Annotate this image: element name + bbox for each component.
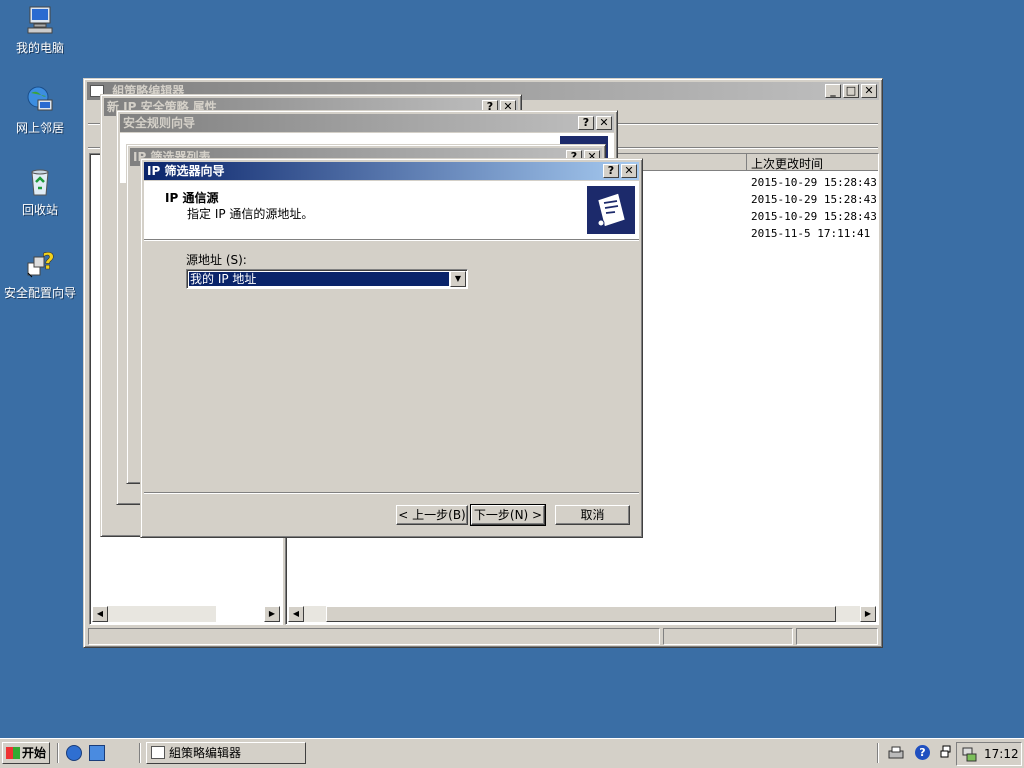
desktop-icon-security-wizard[interactable]: ? 安全配置向导: [0, 249, 80, 301]
column-header-last-modified[interactable]: 上次更改时间: [751, 155, 823, 172]
status-bar-pane: [88, 628, 660, 645]
desktop-icon-label: 回收站: [21, 203, 58, 217]
desktop-icon-recycle-bin[interactable]: 回收站: [0, 166, 80, 218]
minimize-button[interactable]: _: [825, 84, 841, 98]
start-label: 开始: [22, 746, 47, 760]
scroll-left-button[interactable]: ◀: [288, 606, 304, 622]
source-address-dropdown[interactable]: 我的 IP 地址 ▼: [186, 269, 468, 289]
wizard-step-title: IP 通信源: [165, 191, 219, 205]
next-button[interactable]: 下一步(N) >: [470, 504, 546, 526]
scrollbar-thumb[interactable]: [326, 606, 836, 622]
gpedit-app-icon: [151, 746, 165, 759]
windows-logo-icon: [6, 747, 20, 759]
wizard-step-subtitle: 指定 IP 通信的源地址。: [187, 207, 314, 221]
show-desktop-icon[interactable]: [89, 745, 105, 761]
rule-wizard-title: 安全规则向导: [123, 116, 196, 130]
taskbar-divider: [57, 743, 59, 763]
rule-wizard-titlebar[interactable]: 安全规则向导 ? ✕: [120, 114, 614, 132]
help-icon[interactable]: ?: [915, 745, 930, 760]
desktop-icon-label: 我的电脑: [15, 41, 64, 55]
table-row[interactable]: 2015-10-29 15:28:43: [751, 174, 877, 191]
taskbar-task-label: 組策略编辑器: [169, 746, 242, 760]
scroll-right-button[interactable]: ▶: [860, 606, 876, 622]
dropdown-arrow-icon[interactable]: ▼: [450, 271, 466, 287]
close-button[interactable]: ✕: [596, 116, 612, 130]
computer-icon: [24, 4, 56, 36]
taskbar: 开始 組策略编辑器 ? 17:12: [0, 738, 1024, 768]
header-separator: [144, 239, 639, 241]
source-address-label: 源地址 (S):: [186, 253, 247, 267]
security-wizard-icon: ?: [24, 249, 56, 281]
status-bar-pane: [663, 628, 793, 645]
desktop-icon-network[interactable]: 网上邻居: [0, 84, 80, 136]
restore-windows-icon[interactable]: [940, 745, 952, 760]
scroll-right-button[interactable]: ▶: [264, 606, 280, 622]
scrollbar-track[interactable]: [108, 606, 216, 622]
printer-icon[interactable]: [888, 746, 904, 760]
cancel-button[interactable]: 取消: [555, 505, 630, 525]
desktop-icon-label: 网上邻居: [15, 121, 64, 135]
time-column: 2015-10-29 15:28:43 2015-10-29 15:28:43 …: [751, 174, 877, 242]
clock[interactable]: 17:12: [984, 747, 1019, 761]
close-button[interactable]: ✕: [621, 164, 637, 178]
wizard-header: IP 通信源 指定 IP 通信的源地址。: [144, 181, 639, 239]
help-button[interactable]: ?: [578, 116, 594, 130]
scroll-left-button[interactable]: ◀: [92, 606, 108, 622]
recycle-bin-icon: [24, 166, 56, 198]
network-globe-icon: [24, 84, 56, 116]
help-button[interactable]: ?: [603, 164, 619, 178]
table-row[interactable]: 2015-10-29 15:28:43: [751, 191, 877, 208]
taskbar-divider: [877, 743, 879, 763]
footer-separator: [144, 492, 639, 494]
desktop-icon-my-computer[interactable]: 我的电脑: [0, 4, 80, 56]
status-bar-pane: [796, 628, 878, 645]
start-button[interactable]: 开始: [2, 742, 50, 764]
maximize-button[interactable]: □: [843, 84, 859, 98]
ip-filter-wizard-dialog: IP 筛选器向导 ? ✕ IP 通信源 指定 IP 通信的源地址。 源地址 (S…: [140, 158, 643, 538]
table-row[interactable]: 2015-10-29 15:28:43: [751, 208, 877, 225]
desktop-icon-label: 安全配置向导: [3, 286, 76, 300]
source-address-selected: 我的 IP 地址: [188, 271, 450, 287]
table-row[interactable]: 2015-11-5 17:11:41: [751, 225, 877, 242]
filter-wizard-scroll-icon: [587, 186, 635, 234]
system-tray: 17:12: [956, 742, 1022, 766]
back-button[interactable]: < 上一步(B): [396, 505, 468, 525]
svg-text:?: ?: [42, 250, 55, 275]
filter-wizard-title: IP 筛选器向导: [147, 164, 225, 178]
close-button[interactable]: ✕: [861, 84, 877, 98]
taskbar-task-gpedit[interactable]: 組策略编辑器: [146, 742, 306, 764]
filter-wizard-titlebar[interactable]: IP 筛选器向导 ? ✕: [144, 162, 639, 180]
taskbar-divider: [139, 743, 141, 763]
network-connection-icon[interactable]: [961, 746, 977, 762]
internet-explorer-icon[interactable]: [66, 745, 82, 761]
column-divider: [746, 154, 747, 170]
